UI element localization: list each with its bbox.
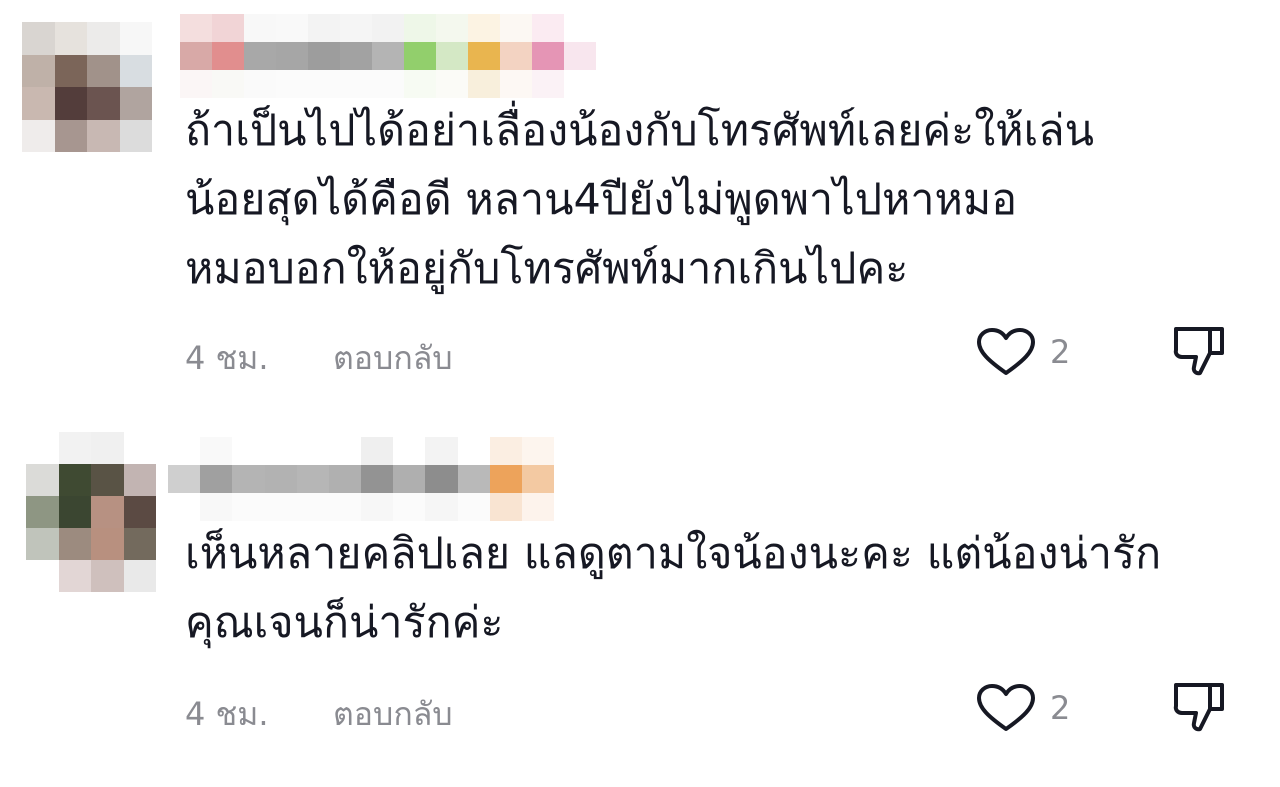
reply-button[interactable]: ตอบกลับ <box>333 689 453 740</box>
comment-item: เห็นหลายคลิปเลย แลดูตามใจน้องนะคะ แต่น้อ… <box>0 0 1280 787</box>
username-pixelated[interactable] <box>168 437 554 521</box>
dislike-button[interactable] <box>1170 679 1228 737</box>
like-count: 2 <box>1050 689 1071 727</box>
comment-actions: 4 ชม. ตอบกลับ 2 <box>185 683 1245 733</box>
avatar[interactable] <box>26 432 156 592</box>
comment-timestamp: 4 ชม. <box>185 695 269 733</box>
like-button[interactable] <box>975 683 1037 733</box>
thumbs-down-outline-icon <box>1173 683 1224 732</box>
heart-outline-icon <box>977 684 1035 731</box>
comment-text: เห็นหลายคลิปเลย แลดูตามใจน้องนะคะ แต่น้อ… <box>185 529 1162 648</box>
